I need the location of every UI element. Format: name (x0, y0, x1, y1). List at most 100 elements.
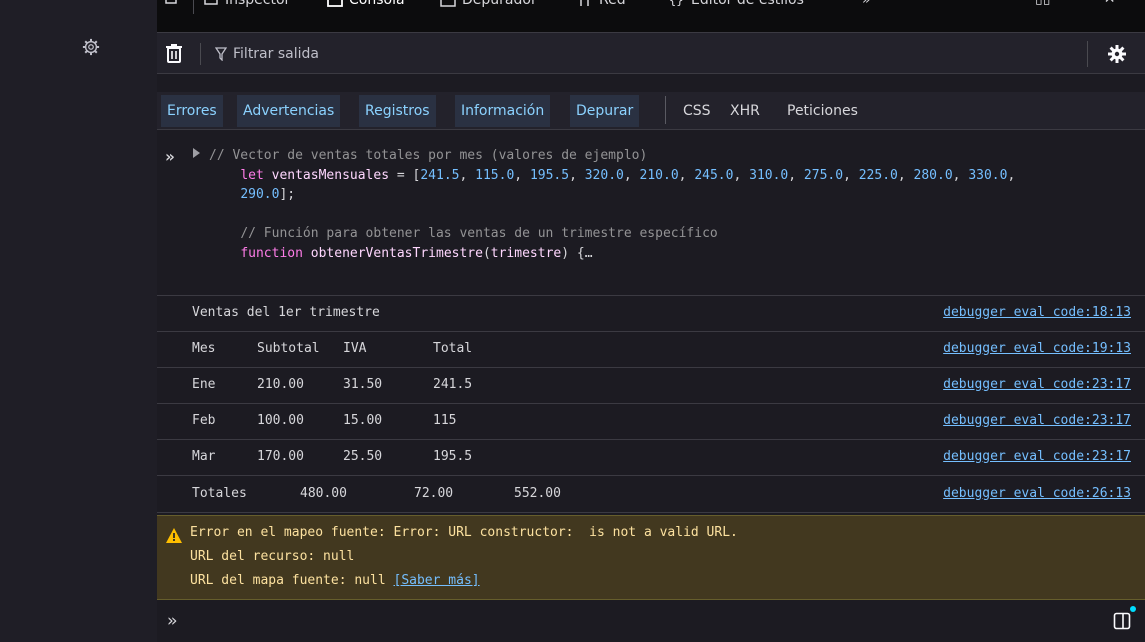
console-input-area[interactable]: » (157, 600, 1145, 642)
network-icon (580, 0, 589, 6)
tab-console-label: Consola (349, 0, 405, 8)
more-options-icon[interactable]: ··· (1070, 0, 1083, 7)
element-picker-icon (165, 0, 177, 4)
close-icon[interactable]: ✕ (1104, 0, 1116, 7)
log-level-filters: Errores Advertencias Registros Informaci… (157, 92, 1145, 130)
log-cell: IVA (343, 341, 367, 356)
log-cell: Mar (192, 449, 216, 464)
filter-xhr-button[interactable]: XHR (724, 95, 766, 127)
log-cell: 170.00 (257, 449, 304, 464)
code-tail: ) {… (561, 245, 593, 261)
log-cell: 552.00 (514, 486, 561, 501)
log-source-link[interactable]: debugger eval code:23:17 (943, 377, 1131, 392)
log-cell: Total (433, 341, 473, 356)
filter-css-button[interactable]: CSS (677, 95, 717, 127)
tab-debugger-label: Depurador (462, 0, 537, 8)
log-row[interactable]: Ventas del 1er trimestre debugger eval co… (157, 296, 1145, 332)
chevrons-right-icon: » (165, 147, 175, 166)
style-editor-icon: {} (669, 0, 683, 7)
log-row[interactable]: Mar 170.00 25.50 195.5 debugger eval code:23… (157, 440, 1145, 476)
filter-debug-button[interactable]: Depurar (570, 95, 640, 127)
console-settings-gear-icon[interactable] (1107, 44, 1127, 64)
log-source-link[interactable]: debugger eval code:19:13 (943, 341, 1131, 356)
log-row[interactable]: Mes Subtotal IVA Total debugger eval code:19… (157, 332, 1145, 368)
filter-requests-button[interactable]: Peticiones (781, 95, 864, 127)
filter-icon (215, 47, 227, 61)
log-source-link[interactable]: debugger eval code:23:17 (943, 449, 1131, 464)
filter-output-input[interactable] (233, 42, 933, 66)
notification-dot (1130, 606, 1136, 612)
sidebar-toggle-icon[interactable] (1113, 612, 1131, 630)
inspector-icon (204, 0, 218, 5)
warning-icon (166, 528, 182, 543)
log-cell: 115 (433, 413, 457, 428)
log-row[interactable]: Feb 100.00 15.00 115 debugger eval code:23:1… (157, 404, 1145, 440)
tab-inspector-label: Inspector (225, 0, 291, 8)
code-array-value: 225.0 (858, 167, 898, 183)
code-comment-2: // Función para obtener las ventas de un… (240, 226, 718, 241)
filter-errors-button[interactable]: Errores (161, 95, 223, 127)
log-source-link[interactable]: debugger eval code:26:13 (943, 486, 1131, 501)
filter-logs-button[interactable]: Registros (359, 95, 436, 127)
tab-network[interactable]: Red (577, 0, 626, 8)
log-row[interactable]: Totales 480.00 72.00 552.00 debugger eval co… (157, 477, 1145, 513)
code-array-value: 245.0 (694, 167, 734, 183)
code-array-value: 241.5 (420, 167, 460, 183)
log-cell: 15.00 (343, 413, 383, 428)
log-cell: 31.50 (343, 377, 383, 392)
log-source-link[interactable]: debugger eval code:18:13 (943, 305, 1131, 320)
code-array-value: 115.0 (475, 167, 515, 183)
log-cell: 100.00 (257, 413, 304, 428)
code-comment-1: // Vector de ventas totales por mes (val… (209, 148, 648, 163)
log-cell: 210.00 (257, 377, 304, 392)
log-cell: 72.00 (414, 486, 454, 501)
code-array-value: 195.5 (529, 167, 570, 183)
log-cell: Mes (192, 341, 216, 356)
dock-icon[interactable]: ▯▯ (1035, 0, 1050, 7)
log-cell: 25.50 (343, 449, 383, 464)
debugger-icon (440, 0, 456, 7)
log-cell: Subtotal (257, 341, 320, 356)
code-array-value: 280.0 (913, 167, 953, 183)
log-cell: 480.00 (300, 486, 347, 501)
code-array-value: 290.0 (240, 187, 280, 202)
log-cell: Totales (192, 486, 247, 501)
learn-more-link[interactable]: [Saber más] (394, 573, 480, 588)
code-keyword-function: function (240, 245, 303, 261)
tab-style-editor-label: Editor de estilos (691, 0, 804, 8)
log-cell: Ventas del 1er trimestre (192, 305, 380, 320)
code-array-value: 330.0 (968, 167, 1008, 183)
code-array-value: 320.0 (584, 167, 624, 183)
log-cell: Feb (192, 413, 216, 428)
warning-line-3: URL del mapa fuente: null [Saber más] (190, 573, 480, 588)
tab-console[interactable]: Consola (327, 0, 405, 8)
console-input-echo[interactable]: » // Vector de ventas totales por mes (v… (157, 131, 1145, 296)
log-cell: 195.5 (433, 449, 473, 464)
filter-info-button[interactable]: Información (455, 95, 551, 127)
code-function-name: obtenerVentasTrimestre (310, 245, 483, 261)
code-array-value: 210.0 (639, 167, 679, 183)
code-param: trimestre (490, 245, 562, 261)
log-row[interactable]: Ene 210.00 31.50 241.5 debugger eval code:23… (157, 368, 1145, 404)
tab-inspector[interactable]: Inspector (203, 0, 290, 8)
filter-warnings-button[interactable]: Advertencias (237, 95, 341, 127)
code-block: // Vector de ventas totales por mes (val… (209, 148, 1016, 261)
prompt-chevron-icon: » (167, 611, 178, 631)
tab-network-label: Red (599, 0, 626, 8)
devtools-panel: Inspector Consola Depurador Red {} Edito… (157, 0, 1145, 642)
log-cell: Ene (192, 377, 216, 392)
code-array-value: 310.0 (749, 167, 789, 183)
element-picker-button[interactable] (165, 0, 181, 6)
more-tabs-chevron-icon[interactable]: » (862, 0, 871, 8)
devtools-toolbar: Inspector Consola Depurador Red {} Edito… (157, 0, 1145, 32)
expand-triangle-icon[interactable] (193, 148, 200, 158)
gear-icon[interactable] (82, 38, 100, 56)
log-source-link[interactable]: debugger eval code:23:17 (943, 413, 1131, 428)
tab-style-editor[interactable]: {} Editor de estilos (669, 0, 804, 8)
trash-icon[interactable] (165, 43, 183, 63)
warning-line-2: URL del recurso: null (190, 549, 355, 564)
code-array-value: 275.0 (803, 167, 844, 183)
warning-line-1: Error en el mapeo fuente: Error: URL con… (190, 525, 738, 540)
tab-debugger[interactable]: Depurador (440, 0, 537, 8)
code-keyword-let: let (240, 167, 264, 183)
